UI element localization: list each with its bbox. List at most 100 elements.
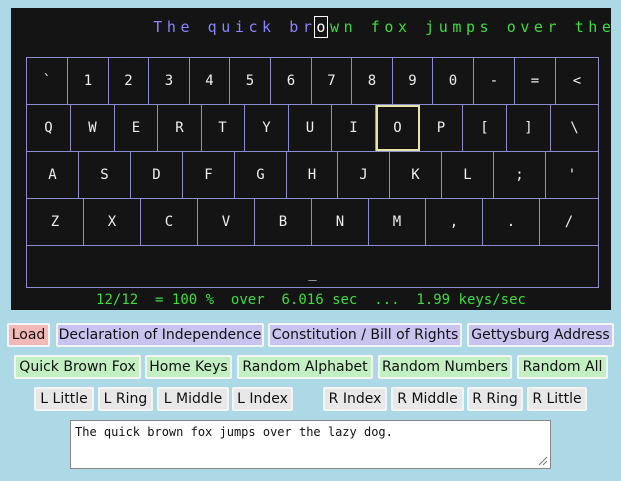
key-6: 6 <box>271 58 312 104</box>
key-b: B <box>255 199 312 245</box>
keyboard-row-bottom: Z X C V B N M,. / <box>27 199 598 246</box>
key-p: P <box>420 105 463 151</box>
key-f: F <box>183 152 235 198</box>
typed-char: k <box>262 18 272 36</box>
typed-char <box>273 16 287 38</box>
key-r: R <box>158 105 202 151</box>
keyboard-row-space: _ <box>27 246 598 287</box>
random-numbers-button[interactable]: Random Numbers <box>378 355 512 379</box>
pending-char <box>491 16 505 38</box>
gettysburg-button[interactable]: Gettysburg Address <box>467 323 614 347</box>
key-space: _ <box>308 265 317 281</box>
key-c: C <box>141 199 198 245</box>
random-alphabet-button[interactable]: Random Alphabet <box>237 355 373 379</box>
key-slash: / <box>564 214 574 230</box>
random-all-button[interactable]: Random All <box>517 355 608 379</box>
pending-char: h <box>588 18 598 36</box>
key-7: 7 <box>312 58 352 104</box>
pending-char <box>355 16 369 38</box>
typed-char: T <box>153 18 163 36</box>
current-char: o <box>314 16 328 38</box>
key-w: W <box>71 105 115 151</box>
home-keys-button[interactable]: Home Keys <box>145 355 232 379</box>
pending-char: o <box>384 18 394 36</box>
stats-line: 12/12 = 100 % over 6.016 sec ... 1.99 ke… <box>11 292 611 308</box>
progress-count: 12/12 <box>96 292 139 308</box>
key-k: K <box>390 152 442 198</box>
accuracy-value: = 100 % <box>155 292 215 308</box>
text-input[interactable] <box>70 420 551 469</box>
typed-char: u <box>221 18 231 36</box>
pending-char: w <box>330 18 340 36</box>
key-backspace: < <box>572 73 582 89</box>
key-i: I <box>332 105 376 151</box>
key-comma: , <box>426 199 483 245</box>
typed-char: r <box>302 18 312 36</box>
keyboard-row-number: ` 1 2 3 4 5 6 7 8 9 0- = < <box>27 58 598 105</box>
key-backslash: \ <box>570 120 579 136</box>
typed-char: b <box>289 18 299 36</box>
typed-char <box>192 16 206 38</box>
pending-char: j <box>425 18 435 36</box>
r-index-button[interactable]: R Index <box>323 387 387 411</box>
elapsed-time: over 6.016 sec <box>230 292 358 308</box>
key-left-bracket: [ <box>463 105 507 151</box>
key-9: 9 <box>393 58 433 104</box>
load-button[interactable]: Load <box>7 323 50 347</box>
key-semicolon: ; <box>494 152 546 198</box>
pending-char: r <box>547 18 557 36</box>
pending-char: x <box>397 18 407 36</box>
resize-grip-icon[interactable] <box>538 456 548 466</box>
typing-text-line: The quick brown fox jumps over the lazy … <box>11 16 611 38</box>
key-h: H <box>287 152 338 198</box>
r-middle-button[interactable]: R Middle <box>391 387 464 411</box>
pending-char: p <box>465 18 475 36</box>
key-3: 3 <box>149 58 190 104</box>
pending-char: u <box>438 18 448 36</box>
pending-char: e <box>533 18 543 36</box>
key-4: 4 <box>190 58 230 104</box>
key-g: G <box>235 152 287 198</box>
key-minus: - <box>474 58 515 104</box>
l-ring-button[interactable]: L Ring <box>98 387 153 411</box>
typing-speed: 1.99 keys/sec <box>416 292 526 308</box>
pending-char: t <box>574 18 584 36</box>
pending-char: f <box>370 18 380 36</box>
key-right-bracket: ] <box>507 105 551 151</box>
key-a: A <box>27 152 79 198</box>
pending-char: n <box>343 18 353 36</box>
l-index-button[interactable]: L Index <box>232 387 293 411</box>
pending-char: m <box>452 18 462 36</box>
quick-brown-fox-button[interactable]: Quick Brown Fox <box>14 355 141 379</box>
typed-char: i <box>234 18 244 36</box>
key-e: E <box>115 105 158 151</box>
key-v: V <box>198 199 255 245</box>
key-n: N <box>312 199 369 245</box>
constitution-button[interactable]: Constitution / Bill of Rights <box>268 323 462 347</box>
l-middle-button[interactable]: L Middle <box>157 387 229 411</box>
key-m: M <box>369 199 426 245</box>
key-0: 0 <box>433 58 474 104</box>
key-equals: = <box>515 58 556 104</box>
key-period: . <box>483 199 540 245</box>
typed-char: h <box>166 18 176 36</box>
key-s: S <box>79 152 131 198</box>
pending-char <box>409 16 423 38</box>
l-little-button[interactable]: L Little <box>34 387 94 411</box>
key-8: 8 <box>352 58 393 104</box>
key-q: Q <box>27 105 71 151</box>
pending-char: e <box>601 18 611 36</box>
key-5: 5 <box>230 58 271 104</box>
key-t: T <box>201 105 245 151</box>
pending-char: v <box>520 18 530 36</box>
declaration-button[interactable]: Declaration of Independence <box>56 323 264 347</box>
on-screen-keyboard: ` 1 2 3 4 5 6 7 8 9 0- = < Q W E R T Y U I O P[] \ A S D F G H J K L; '… <box>26 57 599 288</box>
r-little-button[interactable]: R Little <box>527 387 587 411</box>
r-ring-button[interactable]: R Ring <box>467 387 523 411</box>
pending-char: s <box>479 18 489 36</box>
typed-char: e <box>180 18 190 36</box>
key-1: 1 <box>68 58 109 104</box>
keyboard-row-top: Q W E R T Y U I O P[] \ <box>27 105 598 152</box>
pending-char: o <box>506 18 516 36</box>
key-z: Z <box>27 199 84 245</box>
